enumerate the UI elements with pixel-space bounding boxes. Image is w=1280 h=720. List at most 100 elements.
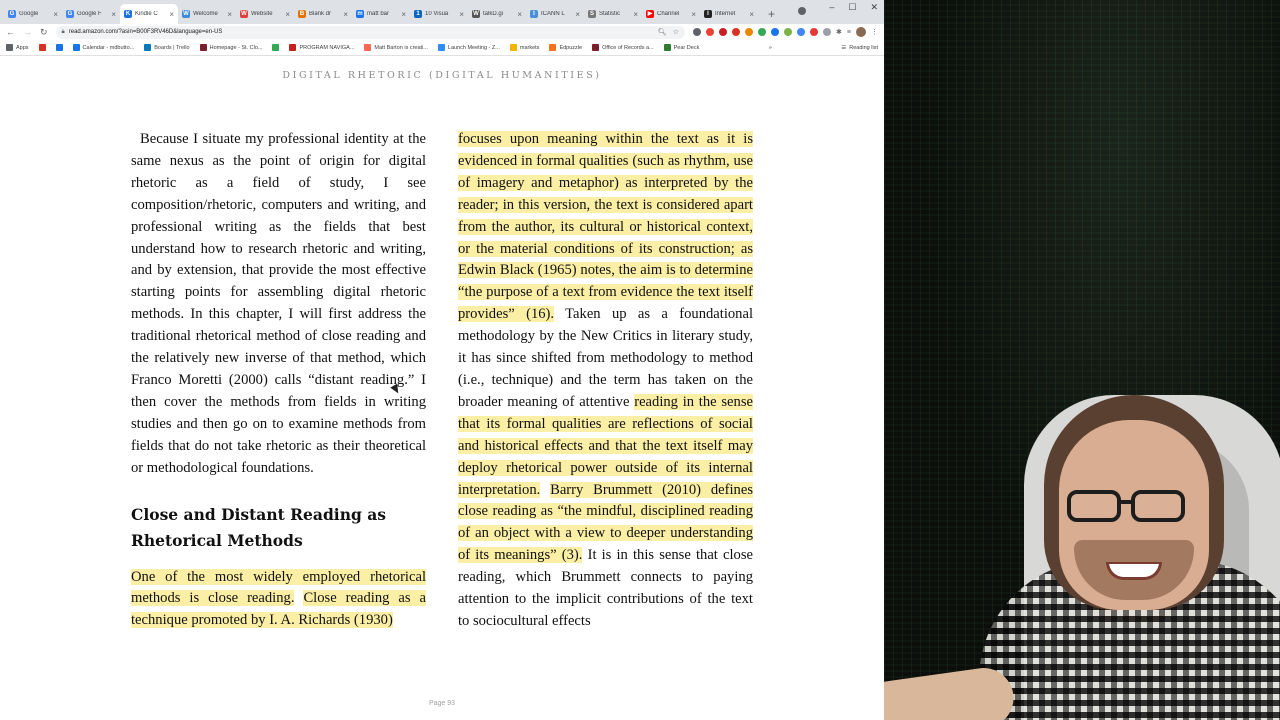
record-indicator-icon[interactable] (798, 7, 806, 15)
bookmark-item[interactable]: Homepage - St. Clo... (199, 44, 262, 51)
extension-icon[interactable] (823, 28, 832, 36)
browser-tab[interactable]: G Google × (4, 4, 62, 24)
bookmark-item[interactable]: Edpuzzle (549, 44, 582, 51)
browser-tab[interactable]: I ICANN L × (526, 4, 584, 24)
bookmark-label: Boards | Trello (154, 44, 190, 51)
bookmark-item[interactable] (272, 44, 280, 51)
section-heading: Close and Distant Reading as Rhetorical … (131, 504, 386, 550)
close-tab-icon[interactable]: × (53, 10, 58, 19)
bookmark-label: Pear Deck (673, 44, 700, 51)
browser-tab[interactable]: ▶ Channel × (642, 4, 700, 24)
menu-lines-icon[interactable]: ≡ (847, 29, 851, 36)
bookmark-label: PROGRAM NAVIGA... (299, 44, 355, 51)
extension-icon[interactable] (745, 28, 754, 36)
close-tab-icon[interactable]: × (227, 10, 232, 19)
bookmark-item[interactable]: Office of Records a... (592, 44, 654, 51)
close-tab-icon[interactable]: × (575, 10, 580, 19)
browser-toolbar: ← → ↻ 🔒︎ read.amazon.com/?asin=B00F3RV46… (0, 24, 884, 40)
tab-label: Statistic (599, 11, 621, 17)
back-icon[interactable]: ← (6, 27, 15, 37)
tab-label: Website (251, 11, 273, 17)
zoom-icon[interactable]: 🔍︎ (658, 28, 667, 36)
tab-label: ICANN L (541, 11, 565, 17)
tab-favicon-icon: G (8, 10, 16, 18)
close-tab-icon[interactable]: × (459, 10, 464, 19)
tab-label: Google F (77, 11, 102, 17)
url-text[interactable]: read.amazon.com/?asin=B00F3RV46D&languag… (69, 29, 223, 35)
lock-icon[interactable]: 🔒︎ (62, 29, 65, 36)
bookmark-item[interactable]: markets (509, 44, 540, 51)
extension-icon[interactable] (797, 28, 806, 36)
new-tab-button[interactable]: + (768, 7, 775, 21)
more-bookmarks-icon[interactable]: » (769, 45, 772, 51)
more-menu-icon[interactable]: ⋮ (871, 28, 878, 36)
close-tab-icon[interactable]: × (749, 10, 754, 19)
bookmark-item[interactable] (55, 44, 63, 51)
browser-tab[interactable]: S Statistic × (584, 4, 642, 24)
profile-avatar[interactable] (856, 27, 866, 37)
tab-label: matt bar (367, 11, 390, 17)
browser-tab[interactable]: W Website × (236, 4, 294, 24)
kindle-reader-page: DIGITAL RHETORIC (DIGITAL HUMANITIES) Be… (0, 58, 884, 720)
close-window-icon[interactable]: ✕ (870, 2, 878, 13)
extension-icon[interactable] (732, 28, 741, 36)
close-tab-icon[interactable]: × (633, 10, 638, 19)
close-tab-icon[interactable]: × (517, 10, 522, 19)
browser-tab[interactable]: W Welcome × (178, 4, 236, 24)
bookmark-item[interactable]: Apps (6, 44, 29, 51)
reload-icon[interactable]: ↻ (40, 27, 48, 38)
browser-tab[interactable]: 1 10 Visua × (410, 4, 468, 24)
bookmark-star-icon[interactable]: ☆ (673, 28, 679, 36)
extension-icon[interactable] (810, 28, 819, 36)
browser-tab[interactable]: K Kindle C × (120, 4, 178, 24)
extensions-puzzle-icon[interactable]: ✱ (836, 28, 842, 36)
browser-tab[interactable]: m matt bar × (352, 4, 410, 24)
bookmark-label: Edpuzzle (559, 44, 583, 51)
browser-tab[interactable]: WtalkD.gi × (468, 4, 526, 24)
tab-strip: G Google × G Google F × K Kindle C × W Welcome × W We… (0, 0, 884, 24)
tab-label: Internet (715, 11, 736, 17)
close-tab-icon[interactable]: × (401, 10, 406, 19)
text-column-left: Because I situate my professional identi… (131, 129, 426, 632)
extension-icon[interactable] (771, 28, 780, 36)
close-tab-icon[interactable]: × (111, 10, 116, 19)
bookmark-item[interactable]: Launch Meeting - Z... (437, 44, 500, 51)
bookmark-item[interactable]: Calendar - mdbutto... (72, 44, 134, 51)
text-column-right: focuses upon meaning within the text as … (458, 129, 754, 633)
body-paragraph: One of the most widely employed rhetoric… (131, 567, 426, 633)
extension-icon[interactable] (693, 28, 702, 36)
browser-tab[interactable]: G Google F × (62, 4, 120, 24)
window-controls: – ☐ ✕ (829, 2, 878, 13)
bookmark-item[interactable]: Boards | Trello (144, 44, 190, 51)
forward-icon[interactable]: → (23, 27, 32, 37)
tab-label: Google (19, 11, 39, 17)
browser-tab[interactable]: B Blank dr × (294, 4, 352, 24)
bookmark-label: markets (519, 44, 540, 51)
bookmark-item[interactable]: Pear Deck (663, 44, 700, 51)
extension-icon[interactable] (719, 28, 728, 36)
close-tab-icon[interactable]: × (343, 10, 348, 19)
close-tab-icon[interactable]: × (691, 10, 696, 19)
address-bar[interactable]: 🔒︎ read.amazon.com/?asin=B00F3RV46D&lang… (55, 25, 686, 39)
bookmark-favicon-icon (592, 44, 600, 51)
extension-icon[interactable] (758, 28, 767, 36)
browser-tab[interactable]: I Internet × (700, 4, 758, 24)
close-tab-icon[interactable]: × (285, 10, 290, 19)
reading-list-label: Reading list (849, 44, 878, 51)
extension-icon[interactable] (706, 28, 715, 36)
extension-icon[interactable] (784, 28, 793, 36)
tab-favicon-icon: ▶ (646, 10, 654, 18)
bookmark-favicon-icon (72, 44, 80, 51)
highlighted-passage[interactable]: focuses upon meaning within the text as … (458, 131, 753, 323)
reading-list-button[interactable]: ☰ Reading list (841, 45, 878, 51)
close-tab-icon[interactable]: × (169, 10, 174, 19)
minimize-icon[interactable]: – (829, 2, 834, 13)
bookmark-item[interactable]: Matt Barton is creati... (364, 44, 428, 51)
maximize-icon[interactable]: ☐ (848, 2, 856, 13)
bookmark-item[interactable] (38, 44, 46, 51)
tab-favicon-icon: I (530, 10, 538, 18)
tab-label: Kindle C (135, 11, 158, 17)
extensions-area: ✱ ≡ ⋮ (693, 27, 878, 37)
bookmark-item[interactable]: PROGRAM NAVIGA... (289, 44, 354, 51)
tab-favicon-icon: I (704, 10, 712, 18)
